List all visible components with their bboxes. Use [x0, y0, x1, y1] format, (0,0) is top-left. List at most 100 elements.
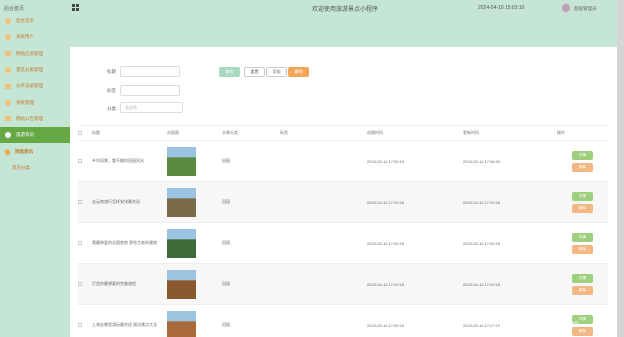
info-icon [5, 51, 11, 57]
row-checkbox[interactable] [78, 322, 82, 327]
table-row: 去云南旅行怎样安排最合适 田园 2024-04-10 17:00:15 2024… [78, 181, 608, 223]
title-label: 标题 [107, 69, 116, 74]
sidebar-item-categories[interactable]: 景区分类管理 [0, 62, 70, 78]
menu-grid-icon[interactable] [72, 4, 79, 11]
cover-image [167, 228, 196, 258]
category-icon [5, 67, 11, 74]
row-checkbox[interactable] [78, 281, 82, 286]
sidebar-section-label: 同类资讯 [15, 148, 33, 154]
row-actions: 详情 删除 [557, 181, 608, 223]
row-title: 打造你最想要的完美旅程 [92, 263, 167, 305]
detail-button[interactable]: 详情 [572, 191, 593, 201]
row-created: 2024-04-10 17:00:15 [367, 304, 463, 337]
row-actions: 详情 删除 [557, 263, 608, 305]
select-all-checkbox[interactable] [78, 130, 82, 135]
detail-button[interactable]: 详情 [572, 273, 593, 283]
sidebar-item-label: 网站公告管理 [16, 115, 43, 121]
tag-label: 标签 [107, 88, 116, 93]
row-delete-button[interactable]: 删除 [572, 203, 593, 213]
row-title: 我最钟爱的全国各地 那些古老的建筑 [92, 222, 167, 264]
row-cover-cell [167, 140, 222, 182]
delete-button[interactable]: 删除 [288, 67, 309, 77]
sidebar-item-label: 系统管理 [16, 99, 34, 105]
row-updated: 2024-04-10 17:00:15 [463, 181, 557, 223]
app-title: 欢迎使用旅游景点小程序 [312, 7, 379, 13]
add-button[interactable]: 添加 [266, 67, 287, 77]
row-category: 田园 [222, 181, 280, 223]
table-row: 打造你最想要的完美旅程 田园 2024-04-10 17:00:15 2024-… [78, 263, 608, 305]
row-delete-button[interactable]: 删除 [572, 244, 593, 254]
sidebar-item-share[interactable]: 分享记录管理 [0, 78, 70, 94]
row-tag [280, 263, 367, 305]
reset-button[interactable]: 重置 [244, 67, 265, 77]
sidebar-item-label: 系统用户 [16, 34, 34, 40]
sidebar-item-system[interactable]: 系统管理 [0, 94, 70, 110]
sidebar-item-notice[interactable]: 网站公告管理 [0, 111, 70, 127]
table-header-row: 标题 封面图 文章分类 标签 创建时间 更新时间 操作 [78, 125, 608, 141]
row-created: 2024-04-10 17:00:15 [367, 263, 463, 305]
row-checkbox-cell [78, 304, 92, 337]
row-title: 上海去哪里游玩最合适 周边景点大全 [92, 304, 167, 337]
table-row: 我最钟爱的全国各地 那些古老的建筑 田园 2024-04-10 17:00:15… [78, 222, 608, 264]
share-icon [5, 83, 11, 89]
col-category[interactable]: 文章分类 [222, 125, 280, 141]
search-button[interactable]: 查询 [219, 67, 240, 77]
row-actions: 详情 删除 [557, 140, 608, 182]
location-pin-icon [3, 147, 12, 156]
notice-icon [5, 116, 11, 122]
sidebar-item-users[interactable]: 系统用户 [0, 29, 70, 45]
sidebar-subitem-news-category[interactable]: 资讯分类 [0, 160, 70, 176]
row-checkbox[interactable] [78, 199, 82, 204]
detail-button[interactable]: 详情 [572, 232, 593, 242]
row-checkbox[interactable] [78, 240, 82, 245]
cover-image [167, 269, 196, 299]
header-checkbox-cell [78, 125, 92, 141]
sidebar-item-news[interactable]: 旅游资讯 [0, 127, 70, 144]
row-title: 去云南旅行怎样安排最合适 [92, 181, 167, 223]
category-label: 分类 [107, 106, 116, 111]
row-cover-cell [167, 181, 222, 223]
cover-image [167, 310, 196, 337]
row-checkbox-cell [78, 263, 92, 305]
news-icon [5, 132, 11, 139]
tag-input[interactable] [120, 85, 180, 96]
cover-image [167, 146, 196, 176]
col-title[interactable]: 标题 [92, 125, 167, 141]
sidebar-item-home[interactable]: 后台首页 [0, 13, 70, 29]
title-input[interactable] [120, 66, 180, 77]
sidebar-item-site-info[interactable]: 网站信息管理 [0, 46, 70, 62]
row-updated: 2024-04-10 17:00:15 [463, 263, 557, 305]
home-icon [5, 18, 11, 25]
user-name[interactable]: 超级管理员 [574, 6, 597, 12]
row-checkbox-cell [78, 181, 92, 223]
main-content: 标题 标签 分类 请选择 查询 重置 添加 删除 标题 封面图 文章分类 标签 … [70, 47, 624, 337]
row-checkbox[interactable] [78, 158, 82, 163]
row-actions: 详情 删除 [557, 222, 608, 264]
sidebar-item-label: 旅游资讯 [16, 132, 34, 138]
row-category: 田园 [222, 140, 280, 182]
row-category: 田园 [222, 263, 280, 305]
page-scrollbar[interactable] [617, 0, 624, 337]
detail-button[interactable]: 详情 [572, 150, 593, 160]
sidebar: 后台首页 系统用户 网站信息管理 景区分类管理 分享记录管理 系统管理 网站公告… [0, 13, 70, 337]
sidebar-item-label: 景区分类管理 [16, 67, 43, 73]
sidebar-section-news[interactable]: 同类资讯 [0, 143, 70, 159]
category-select[interactable]: 请选择 [120, 102, 183, 113]
row-cover-cell [167, 222, 222, 264]
row-updated: 2024-04-10 17:00:15 [463, 222, 557, 264]
brand-text[interactable]: 后台首页 [4, 5, 24, 12]
row-cover-cell [167, 304, 222, 337]
watermark: CSDN @vx2_CXFJ0088 [491, 320, 579, 329]
table-row: 乡村风景，看不腻的田园风光 田园 2024-04-10 17:02:19 202… [78, 140, 608, 182]
row-tag [280, 222, 367, 264]
row-delete-button[interactable]: 删除 [572, 162, 593, 172]
row-title: 乡村风景，看不腻的田园风光 [92, 140, 167, 182]
col-created[interactable]: 创建时间 [367, 125, 463, 141]
row-tag [280, 181, 367, 223]
top-bar: 后台首页 欢迎使用旅游景点小程序 2024-04-10 15:03:10 超级管… [0, 0, 624, 47]
sidebar-item-label: 网站信息管理 [16, 50, 43, 56]
col-updated[interactable]: 更新时间 [463, 125, 557, 141]
row-delete-button[interactable]: 删除 [572, 285, 593, 295]
user-avatar[interactable] [561, 3, 571, 13]
news-table: 标题 封面图 文章分类 标签 创建时间 更新时间 操作 乡村风景，看不腻的田园风… [78, 125, 608, 337]
